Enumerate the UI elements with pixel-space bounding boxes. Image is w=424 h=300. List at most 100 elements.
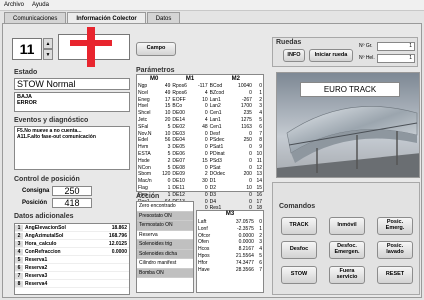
param-cell: 48: [202, 123, 208, 130]
param-cell: 4: [259, 110, 262, 117]
param-row: Hsde 2 DE07 15 PSd3 0 11: [137, 158, 263, 165]
estado-detail: BAJA ERROR: [14, 92, 130, 112]
m3-grid: Laft 37.0575 0 Lonf -2.3575 1 Ofcor 0.0000 2 Ofen…: [197, 219, 263, 273]
param-cell: 5: [259, 116, 262, 123]
param-cell: Eneg: [138, 96, 150, 103]
param-cell: PSat1: [209, 144, 224, 151]
accion-title: Acción: [136, 193, 160, 200]
reset-button[interactable]: RESET: [377, 266, 413, 284]
param-cell: 7: [259, 130, 262, 137]
param-cell: 0: [249, 150, 252, 157]
stepper-down-icon[interactable]: ▼: [43, 49, 53, 60]
eventos-list[interactable]: F5.No mueve a no cuenta... A11.F.alto fa…: [14, 126, 130, 170]
param-cell: Rpos6: [172, 83, 187, 89]
accion-list[interactable]: Zero encontrado Presostato ON Termostato O…: [136, 201, 194, 293]
accion-item[interactable]: Cilindro manifest: [137, 259, 193, 269]
param-cell: SFal: [138, 123, 149, 130]
collector-number-field[interactable]: 11: [12, 38, 42, 60]
param-cell: 2: [167, 157, 171, 164]
param-cell: 13: [256, 171, 262, 178]
parametros-table[interactable]: M0 M1 M2 Ngp 49 Rpos6 -117 BCod 10040 0 Ncel 49 R…: [136, 74, 264, 218]
desfoc-emergen-button[interactable]: Desfoc. Emergen.: [329, 241, 365, 259]
red-cross-bar: [70, 40, 112, 46]
param-cell: EOFF: [172, 96, 186, 103]
m3-cell: Have: [198, 266, 210, 273]
param-cell: 0: [204, 144, 208, 151]
param-header-m0: M0: [150, 76, 159, 82]
param-row: ESTA 5 DE06 0 PDinat 0 10: [137, 151, 263, 158]
stow-button[interactable]: STOW: [281, 266, 317, 284]
param-cell: 120: [162, 171, 171, 178]
param-cell: 1: [167, 191, 171, 198]
posicion-row: Posición 418: [22, 198, 92, 208]
param-row: Ngp 49 Rpos6 -117 BCod 10040 0: [137, 83, 263, 90]
campo-button[interactable]: Campo: [136, 42, 176, 56]
param-cell: BCod: [209, 83, 223, 89]
param-cell: Flag: [138, 184, 148, 191]
param-cell: 49: [164, 89, 171, 96]
param-cell: 0: [204, 164, 208, 171]
param-cell: 10: [256, 150, 262, 157]
comandos-title: Comandos: [279, 203, 316, 210]
param-cell: DE00: [172, 110, 185, 117]
param-cell: BZcod: [209, 89, 225, 96]
menu-bar: Archivo Ayuda: [0, 0, 424, 11]
menu-archivo[interactable]: Archivo: [4, 2, 24, 8]
n-gr-field[interactable]: 1: [377, 42, 415, 51]
param-cell: Hsde: [138, 157, 150, 164]
param-cell: Lan1: [209, 116, 221, 123]
accion-item[interactable]: Reserva: [137, 231, 193, 240]
param-cell: Mac/n: [138, 178, 152, 185]
param-row: Hsel 15 BCo 0 Lan2 1700 3: [137, 103, 263, 110]
n-hel-field[interactable]: 1: [377, 54, 415, 63]
accion-item[interactable]: Solenoides trig: [137, 240, 193, 250]
track-button[interactable]: TRACK: [281, 217, 317, 235]
menu-ayuda[interactable]: Ayuda: [32, 2, 49, 8]
param-cell: 16: [256, 191, 262, 198]
desfoc-button[interactable]: Desfoc: [281, 241, 317, 259]
param-cell: 12: [256, 164, 262, 171]
param-cell: 15: [256, 184, 262, 191]
param-row: Edel 56 DE04 0 PSdec 250 8: [137, 137, 263, 144]
param-row: SFal 5 DE02 48 Cen1 1163 6: [137, 124, 263, 131]
m3-cell: 1: [259, 225, 262, 232]
collector-stepper[interactable]: ▲ ▼: [43, 38, 53, 60]
posic-emerg-button[interactable]: Posic. Emerg.: [377, 217, 413, 235]
param-cell: 10: [246, 184, 252, 191]
param-cell: 0: [249, 178, 252, 185]
m3-table[interactable]: M3 Laft 37.0575 0 Lonf -2.3575 1 Ofcor 0.0000 2 O…: [196, 210, 264, 293]
param-cell: 235: [243, 110, 252, 117]
param-cell: NCon: [138, 164, 151, 171]
accion-item[interactable]: Zero encontrado: [137, 202, 193, 212]
m3-cell: Hcos: [198, 246, 210, 253]
param-cell: 0: [204, 137, 208, 144]
param-cell: PSat: [209, 164, 221, 171]
accion-item[interactable]: Presostato ON: [137, 211, 193, 221]
param-cell: PSd3: [209, 157, 222, 164]
stepper-up-icon[interactable]: ▲: [43, 38, 53, 49]
m3-cell: 21.5564: [235, 252, 254, 259]
param-cell: Cen1: [209, 123, 222, 130]
info-button[interactable]: INFO: [283, 49, 305, 62]
accion-item[interactable]: Bomba ON: [137, 268, 193, 278]
param-cell: DE11: [172, 184, 185, 191]
param-cell: DE14: [172, 116, 185, 123]
accion-item[interactable]: Termostato ON: [137, 221, 193, 231]
param-cell: DE02: [172, 123, 185, 130]
posicion-value: 418: [52, 198, 92, 208]
m3-cell: -2.3575: [236, 225, 254, 232]
datos-row: 1 AngElevacionSol 18.862: [15, 224, 129, 232]
m3-row: Ofen 0.0000 3: [197, 239, 263, 246]
param-cell: Ngp: [138, 83, 148, 89]
datos-row: 7 Reserva3: [15, 272, 129, 280]
param-header-m1: M1: [185, 76, 195, 82]
fuera-servicio-button[interactable]: Fuera servicio: [329, 266, 365, 284]
posic-lavado-button[interactable]: Posic. lavado: [377, 241, 413, 259]
accion-item[interactable]: Solenoides dicha: [137, 249, 193, 259]
m3-cell: 3: [259, 239, 262, 246]
inmovil-button[interactable]: Inmóvil: [329, 217, 365, 235]
datos-table[interactable]: 1 AngElevacionSol 18.862 2 AngAzimutalSol 16…: [14, 223, 130, 295]
param-cell: Lan1: [209, 96, 221, 103]
iniciar-rueda-button[interactable]: Iniciar rueda: [309, 49, 353, 62]
param-cell: 10: [202, 96, 208, 103]
